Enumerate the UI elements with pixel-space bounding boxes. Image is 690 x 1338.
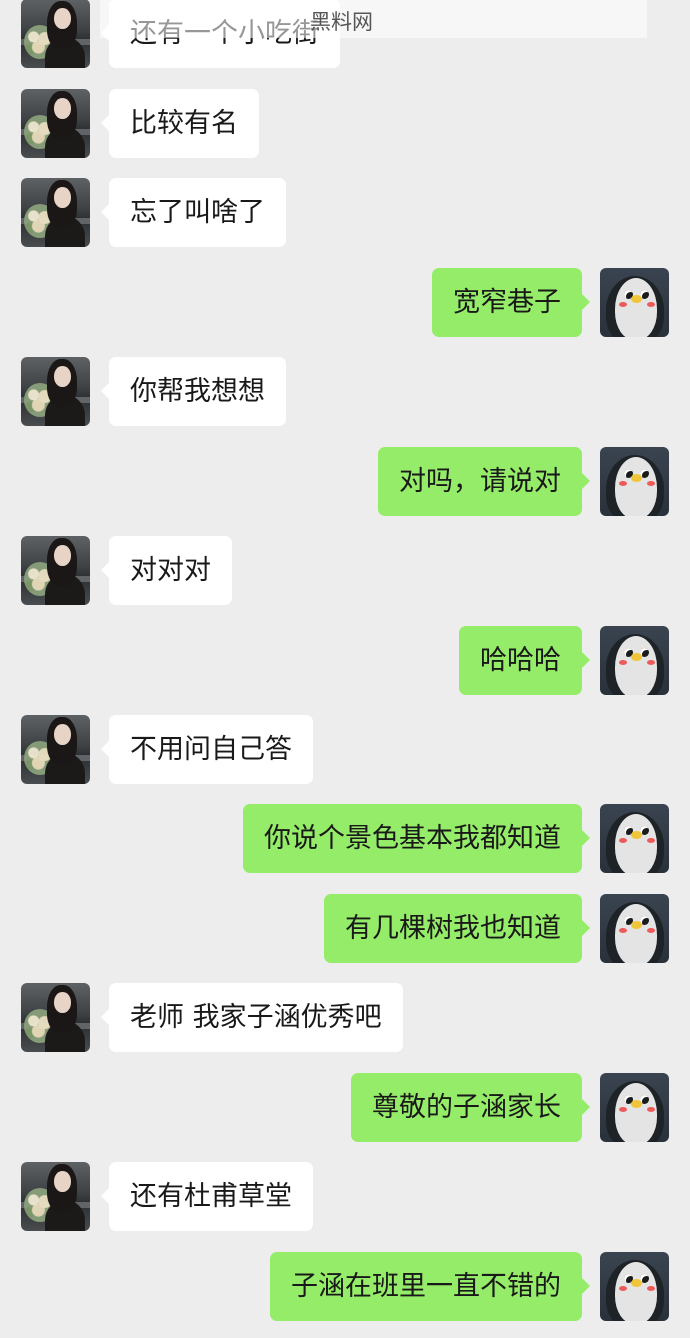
self-avatar[interactable] [600,447,669,516]
message-row-outgoing: 有几棵树我也知道 [0,893,690,963]
contact-avatar[interactable] [21,983,90,1052]
message-bubble-incoming[interactable]: 忘了叫啥了 [101,178,286,247]
self-avatar[interactable] [600,626,669,695]
message-bubble-outgoing[interactable]: 宽窄巷子 [432,268,590,337]
contact-avatar[interactable] [21,536,90,605]
message-bubble-incoming[interactable]: 比较有名 [101,89,259,158]
message-bubble-outgoing[interactable]: 子涵在班里一直不错的 [270,1252,590,1321]
message-bubble-outgoing[interactable]: 你说个景色基本我都知道 [243,804,590,873]
contact-avatar[interactable] [21,1162,90,1231]
self-avatar[interactable] [600,1252,669,1321]
message-row-outgoing: 子涵在班里一直不错的 [0,1251,690,1321]
message-row-incoming: 对对对 [0,535,690,605]
message-row-incoming: 你帮我想想 [0,356,690,426]
self-avatar[interactable] [600,804,669,873]
message-bubble-outgoing[interactable]: 有几棵树我也知道 [324,894,590,963]
contact-avatar[interactable] [21,715,90,784]
message-bubble-incoming[interactable]: 对对对 [101,536,232,605]
message-bubble-outgoing[interactable]: 哈哈哈 [459,626,590,695]
message-row-outgoing: 你说个景色基本我都知道 [0,803,690,873]
contact-avatar[interactable] [21,0,90,68]
message-row-incoming: 比较有名 [0,88,690,158]
watermark-bar [100,0,647,38]
message-bubble-incoming[interactable]: 你帮我想想 [101,357,286,426]
message-row-incoming: 还有杜甫草堂 [0,1161,690,1231]
message-bubble-incoming[interactable]: 不用问自己答 [101,715,313,784]
message-bubble-outgoing[interactable]: 对吗，请说对 [378,447,590,516]
contact-avatar[interactable] [21,89,90,158]
contact-avatar[interactable] [21,178,90,247]
message-row-outgoing: 宽窄巷子 [0,267,690,337]
message-row-outgoing: 哈哈哈 [0,625,690,695]
message-bubble-incoming[interactable]: 老师 我家子涵优秀吧 [101,983,403,1052]
message-bubble-incoming[interactable]: 还有杜甫草堂 [101,1162,313,1231]
message-row-incoming: 老师 我家子涵优秀吧 [0,982,690,1052]
self-avatar[interactable] [600,268,669,337]
self-avatar[interactable] [600,1073,669,1142]
message-row-outgoing: 对吗，请说对 [0,446,690,516]
message-row-outgoing: 尊敬的子涵家长 [0,1072,690,1142]
watermark-text: 黑料网 [310,10,373,34]
message-row-incoming: 忘了叫啥了 [0,177,690,247]
message-row-incoming: 不用问自己答 [0,714,690,784]
self-avatar[interactable] [600,894,669,963]
message-bubble-outgoing[interactable]: 尊敬的子涵家长 [351,1073,590,1142]
contact-avatar[interactable] [21,357,90,426]
